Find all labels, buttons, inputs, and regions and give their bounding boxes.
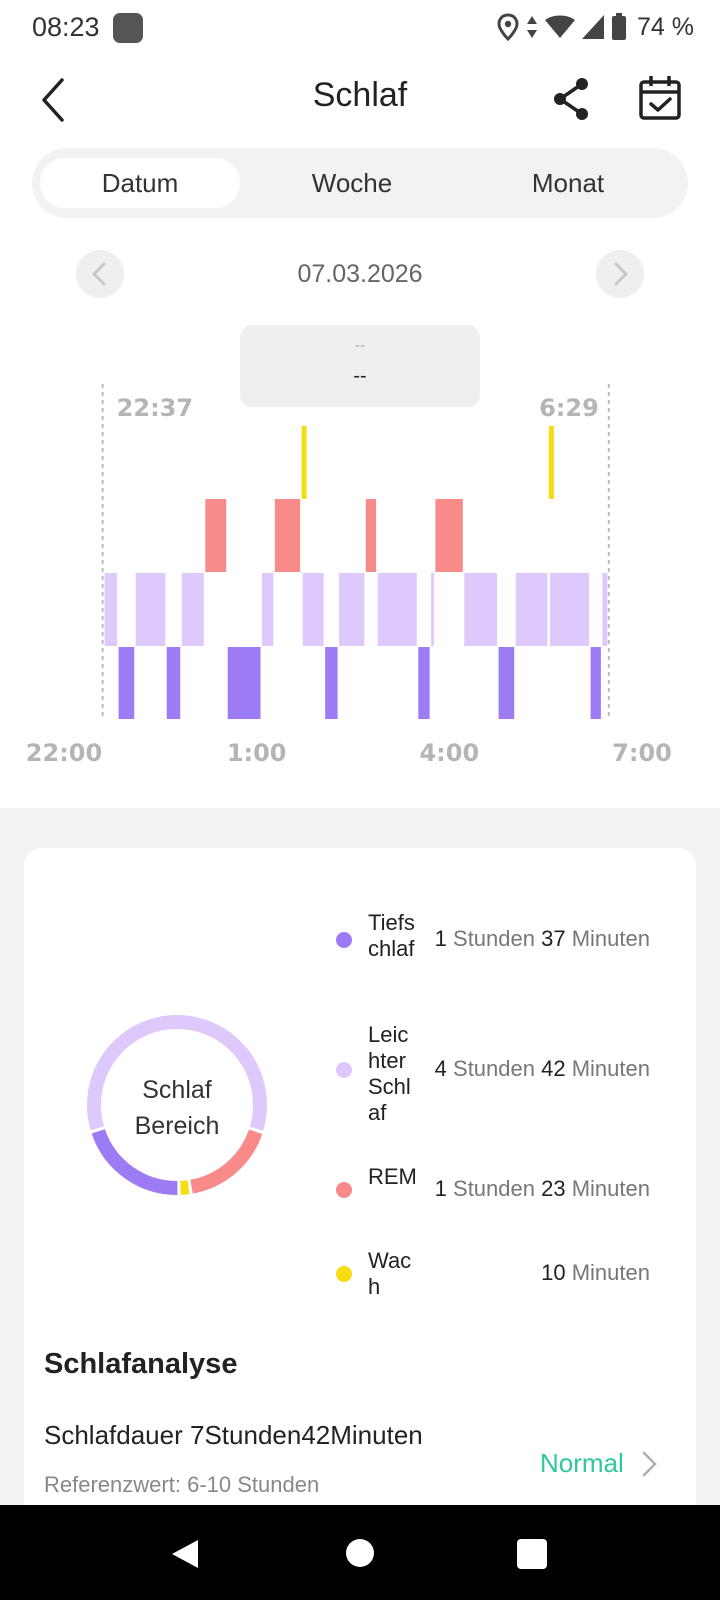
share-icon[interactable] <box>548 75 596 123</box>
legend-duration: 1 Stunden 23 Minuten <box>434 1176 650 1201</box>
x-axis-ticks: 22:00 1:00 4:00 7:00 <box>26 739 672 767</box>
sleep-segment-light[interactable] <box>302 573 324 646</box>
legend-name: Wach <box>368 1248 412 1299</box>
sleep-segment-deep[interactable] <box>166 647 181 719</box>
chart-tooltip: -- -- <box>240 325 480 407</box>
sleep-segment-rem[interactable] <box>365 499 377 572</box>
calendar-check-icon[interactable] <box>636 74 684 124</box>
sleep-segment-light[interactable] <box>549 573 590 646</box>
sleep-segment-deep[interactable] <box>227 647 261 719</box>
sleep-duration: Schlafdauer 7Stunden42Minuten <box>44 1420 423 1450</box>
sleep-start-time: 22:37 <box>117 394 193 422</box>
sleep-segment-light[interactable] <box>464 573 498 646</box>
x-axis-tick-label: 4:00 <box>419 739 479 767</box>
nav-back-icon[interactable] <box>170 1538 200 1570</box>
sleep-segment-deep[interactable] <box>325 647 338 719</box>
legend-name: Leichter Schlaf <box>368 1022 411 1125</box>
x-axis-tick-label: 1:00 <box>227 739 287 767</box>
nav-home-icon[interactable] <box>346 1539 374 1567</box>
reference-value: Referenzwert: 6-10 Stunden <box>44 1472 320 1497</box>
tooltip-time: -- <box>355 337 365 354</box>
legend-duration: 1 Stunden 37 Minuten <box>434 926 650 951</box>
sleep-segment-rem[interactable] <box>205 499 227 572</box>
sleep-segment-deep[interactable] <box>590 647 601 719</box>
sleep-segment-light[interactable] <box>104 573 118 646</box>
nav-recent-apps-icon[interactable] <box>517 1539 547 1569</box>
legend-dot-deep <box>336 932 352 948</box>
page-title: Schlaf <box>312 76 408 114</box>
legend-duration: 4 Stunden 42 Minuten <box>434 1056 650 1081</box>
sleep-segment-awake[interactable] <box>301 426 307 499</box>
sleep-segment-light[interactable] <box>339 573 365 646</box>
location-icon <box>497 13 519 41</box>
tooltip-stage: -- <box>353 365 367 387</box>
signal-icon <box>582 15 605 39</box>
app-header: Schlaf <box>0 60 720 140</box>
donut-slice-awake <box>180 1180 190 1195</box>
legend-dot-awake <box>336 1266 352 1282</box>
sleep-end-time: 6:29 <box>539 394 599 422</box>
analysis-title: Schlafanalyse <box>44 1348 238 1380</box>
sleep-segment-rem[interactable] <box>435 499 463 572</box>
status-normal-link[interactable]: Normal <box>540 1448 624 1479</box>
legend-duration: 10 Minuten <box>541 1260 650 1285</box>
data-arrows-icon <box>527 16 538 38</box>
legend-name: REM <box>368 1164 417 1189</box>
donut-center-label: Schlaf Bereich <box>134 1076 220 1140</box>
status-icons: 74 % <box>497 10 694 44</box>
chevron-right-icon <box>614 262 628 286</box>
period-tabs: Datum Woche Monat <box>32 148 688 218</box>
next-date-button[interactable] <box>596 250 644 298</box>
legend-dot-rem <box>336 1182 352 1198</box>
sleep-stage-chart[interactable]: 22:37 6:29 22:00 1:00 4:00 7:00 <box>0 380 720 800</box>
sleep-segment-light[interactable] <box>431 573 434 646</box>
sleep-segment-rem[interactable] <box>274 499 301 572</box>
sleep-segment-awake[interactable] <box>548 426 554 499</box>
battery-percent: 74 % <box>637 12 694 41</box>
legend-dot-light <box>336 1062 352 1078</box>
legend-name: Tiefschlaf <box>368 910 415 961</box>
status-time: 08:23 <box>32 12 100 42</box>
x-axis-tick-label: 22:00 <box>26 739 102 767</box>
sleep-segment-light[interactable] <box>181 573 204 646</box>
chevron-right-icon[interactable] <box>641 1450 659 1478</box>
sleep-segment-light[interactable] <box>262 573 274 646</box>
tab-monat[interactable]: Monat <box>468 158 668 208</box>
sleep-segment-light[interactable] <box>377 573 417 646</box>
app-notification-icon <box>113 13 143 43</box>
tab-woche[interactable]: Woche <box>252 158 452 208</box>
system-navigation-bar <box>0 1505 720 1600</box>
battery-icon <box>612 13 627 40</box>
tab-datum[interactable]: Datum <box>40 158 240 208</box>
sleep-segment-light[interactable] <box>602 573 608 646</box>
x-axis-tick-label: 7:00 <box>612 739 672 767</box>
sleep-segment-deep[interactable] <box>498 647 515 719</box>
status-bar: 08:23 74 % <box>0 0 720 56</box>
sleep-segment-deep[interactable] <box>118 647 135 719</box>
sleep-segment-light[interactable] <box>135 573 166 646</box>
chart-segments <box>104 426 608 719</box>
date-navigator: 07.03.2026 <box>0 248 720 302</box>
wifi-icon <box>545 15 576 38</box>
sleep-segment-deep[interactable] <box>418 647 430 719</box>
sleep-segment-light[interactable] <box>515 573 548 646</box>
